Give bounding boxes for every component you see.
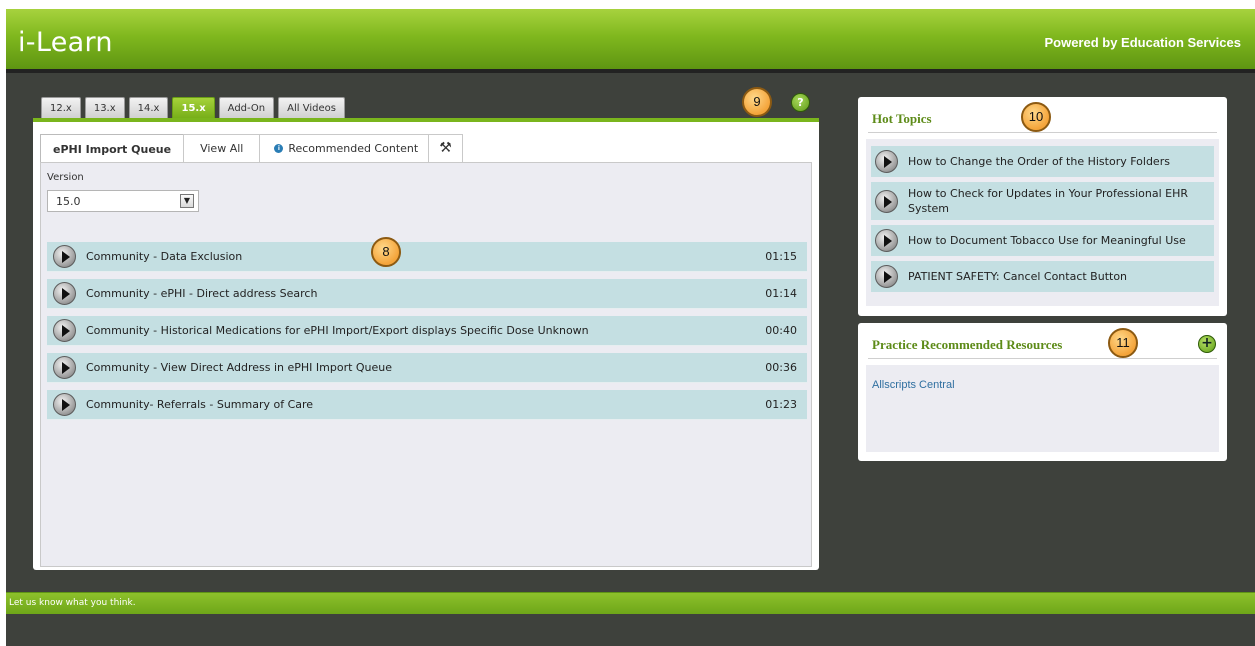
app-title: i-Learn — [18, 27, 113, 58]
powered-by-text: Powered by Education Services — [1044, 35, 1241, 50]
allscripts-central-link[interactable]: Allscripts Central — [872, 379, 955, 391]
tab-ephi-import-queue[interactable]: ePHI Import Queue — [40, 134, 185, 163]
video-list: Community - Data Exclusion 01:15 Communi… — [47, 242, 807, 427]
chevron-down-icon: ▼ — [180, 194, 194, 208]
feedback-bar: Let us know what you think. — [6, 592, 1255, 614]
hot-topic-item[interactable]: How to Document Tobacco Use for Meaningf… — [871, 225, 1214, 256]
play-icon[interactable] — [875, 229, 898, 252]
hot-topic-title: How to Document Tobacco Use for Meaningf… — [908, 234, 1186, 247]
video-title: Community - Data Exclusion — [86, 250, 243, 263]
tab-tools[interactable]: ⚒ — [428, 134, 463, 162]
version-tabs: 12.x 13.x 14.x 15.x Add-On All Videos — [41, 97, 345, 120]
tab-15x[interactable]: 15.x — [172, 97, 215, 119]
video-row[interactable]: Community - View Direct Address in ePHI … — [47, 353, 807, 383]
play-icon[interactable] — [53, 245, 76, 268]
version-select-value: 15.0 — [56, 195, 81, 208]
header-bar: i-Learn Powered by Education Services — [6, 9, 1255, 73]
video-duration: 01:23 — [765, 398, 797, 411]
info-icon: i — [274, 144, 284, 153]
tab-label: Recommended Content — [288, 142, 419, 155]
hot-topic-title: How to Change the Order of the History F… — [908, 155, 1170, 168]
recommended-resources-panel: Practice Recommended Resources 11 + Alls… — [858, 323, 1227, 461]
tab-13x[interactable]: 13.x — [84, 97, 125, 119]
tab-14x[interactable]: 14.x — [128, 97, 169, 119]
video-library-panel: ePHI Import Queue View All i Recommended… — [33, 118, 819, 570]
hot-topic-title: How to Check for Updates in Your Profess… — [908, 187, 1189, 215]
video-title: Community - ePHI - Direct address Search — [86, 287, 318, 300]
play-icon[interactable] — [53, 319, 76, 342]
hot-topic-title: PATIENT SAFETY: Cancel Contact Button — [908, 270, 1128, 283]
hot-topic-item[interactable]: How to Change the Order of the History F… — [871, 146, 1214, 177]
play-icon[interactable] — [875, 150, 898, 173]
video-row[interactable]: Community- Referrals - Summary of Care 0… — [47, 390, 807, 420]
version-label: Version — [47, 172, 84, 183]
hot-topics-list: How to Change the Order of the History F… — [866, 139, 1219, 306]
divider — [868, 358, 1217, 359]
feedback-link[interactable]: Let us know what you think. — [9, 598, 136, 608]
play-icon[interactable] — [53, 393, 76, 416]
content-tabs: ePHI Import Queue View All i Recommended… — [40, 134, 463, 163]
resources-list: Allscripts Central — [866, 365, 1219, 452]
callout-8: 8 — [371, 237, 401, 267]
video-title: Community - View Direct Address in ePHI … — [86, 361, 393, 374]
video-row[interactable]: Community - Data Exclusion 01:15 — [47, 242, 807, 272]
hot-topic-item[interactable]: How to Check for Updates in Your Profess… — [871, 182, 1214, 220]
video-duration: 01:14 — [765, 287, 797, 300]
tab-all-videos[interactable]: All Videos — [278, 97, 345, 119]
resources-title: Practice Recommended Resources — [872, 337, 1063, 352]
video-duration: 00:36 — [765, 361, 797, 374]
hot-topics-panel: Hot Topics 10 How to Change the Order of… — [858, 97, 1227, 316]
play-icon[interactable] — [53, 282, 76, 305]
add-resource-button[interactable]: + — [1198, 335, 1216, 353]
video-row[interactable]: Community - Historical Medications for e… — [47, 316, 807, 346]
tab-label: ePHI Import Queue — [53, 142, 172, 156]
tab-label: View All — [200, 142, 244, 155]
hot-topic-item[interactable]: PATIENT SAFETY: Cancel Contact Button — [871, 261, 1214, 292]
divider — [868, 132, 1217, 133]
tab-view-all[interactable]: View All — [183, 134, 261, 162]
video-duration: 00:40 — [765, 324, 797, 337]
tab-recommended-content[interactable]: i Recommended Content — [259, 134, 430, 162]
tab-add-on[interactable]: Add-On — [218, 97, 275, 119]
version-select[interactable]: 15.0 ▼ — [47, 190, 199, 212]
tools-icon: ⚒ — [439, 140, 452, 156]
video-duration: 01:15 — [765, 250, 797, 263]
help-icon[interactable]: ? — [791, 93, 810, 112]
hot-topics-title: Hot Topics — [872, 111, 932, 126]
callout-9: 9 — [742, 87, 772, 117]
callout-11: 11 — [1108, 328, 1138, 358]
play-icon[interactable] — [875, 265, 898, 288]
video-row[interactable]: Community - ePHI - Direct address Search… — [47, 279, 807, 309]
video-title: Community- Referrals - Summary of Care — [86, 398, 314, 411]
app-frame: i-Learn Powered by Education Services 12… — [6, 9, 1255, 646]
video-title: Community - Historical Medications for e… — [86, 324, 589, 337]
play-icon[interactable] — [875, 189, 898, 213]
callout-10: 10 — [1021, 102, 1051, 132]
tab-12x[interactable]: 12.x — [41, 97, 81, 119]
play-icon[interactable] — [53, 356, 76, 379]
content-area: Version 15.0 ▼ Community - Data Exclusio… — [40, 162, 812, 567]
